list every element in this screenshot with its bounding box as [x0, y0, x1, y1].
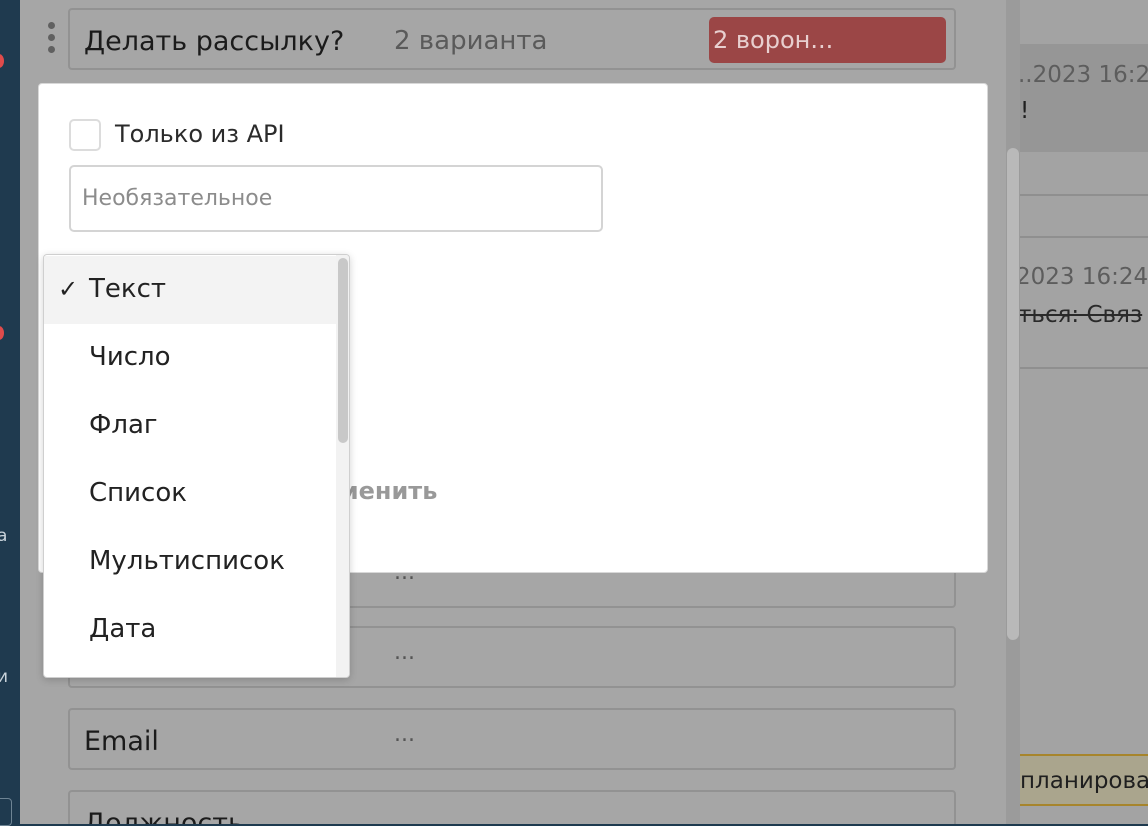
option-label: Список [89, 478, 187, 508]
activity-text: ! [1020, 98, 1030, 124]
api-only-label: Только из API [115, 120, 285, 148]
option-flag[interactable]: Флаг [44, 392, 336, 460]
option-label: Число [89, 342, 171, 372]
field-type-dropdown[interactable]: ✓ Текст Число Флаг Список Мультисписок Д… [43, 254, 350, 678]
sidebar-label-fragment: и [0, 667, 9, 687]
activity-date: ..2023 16:24 [1020, 62, 1148, 88]
divider [1020, 236, 1148, 238]
activity-text: ться: Связ [1020, 302, 1143, 328]
sidebar-label-fragment: а [0, 526, 8, 546]
activity-date: 2023 16:24 [1020, 264, 1148, 290]
divider [1020, 367, 1148, 369]
optional-input[interactable] [69, 165, 603, 232]
option-date[interactable]: Дата [44, 596, 336, 664]
option-text[interactable]: ✓ Текст [44, 256, 336, 324]
field-row-mailing[interactable]: Делать рассылку? 2 варианта 2 ворон... [48, 8, 956, 70]
planned-note: планирован [1020, 754, 1148, 806]
option-label: Флаг [89, 410, 158, 440]
field-name: Email [84, 726, 159, 757]
drag-handle-icon[interactable] [48, 22, 56, 53]
option-label: Текст [89, 274, 167, 304]
dropdown-scroll-thumb[interactable] [338, 258, 348, 443]
field-row-position[interactable]: Должность [68, 790, 956, 824]
option-label: Дата [89, 614, 157, 644]
activity-entry [1020, 44, 1148, 152]
notification-dot [0, 54, 4, 68]
apply-button[interactable]: менить [339, 477, 437, 505]
field-row-email[interactable]: Email ... [68, 708, 956, 770]
notification-dot [0, 326, 4, 340]
planned-note-text: планирован [1020, 768, 1148, 794]
field-name: Должность [84, 808, 244, 824]
checkmark-icon: ✓ [58, 275, 79, 303]
option-list[interactable]: Список [44, 460, 336, 528]
field-value: ... [394, 640, 415, 665]
option-label: Мультисписок [89, 546, 285, 576]
field-value: ... [394, 722, 415, 747]
activity-pane: ..2023 16:24 ! 2023 16:24 ться: Связ пла… [1020, 0, 1148, 824]
divider [1020, 194, 1148, 196]
main-scroll-thumb[interactable] [1007, 148, 1019, 640]
option-multilist[interactable]: Мультисписок [44, 528, 336, 596]
field-name: Делать рассылку? [84, 26, 345, 57]
api-only-checkbox[interactable] [69, 119, 101, 151]
sidebar-button[interactable] [0, 798, 12, 826]
funnel-badge[interactable]: 2 ворон... [709, 17, 946, 63]
field-value: 2 варианта [394, 26, 548, 56]
option-number[interactable]: Число [44, 324, 336, 392]
app-sidebar: а и [0, 0, 20, 826]
